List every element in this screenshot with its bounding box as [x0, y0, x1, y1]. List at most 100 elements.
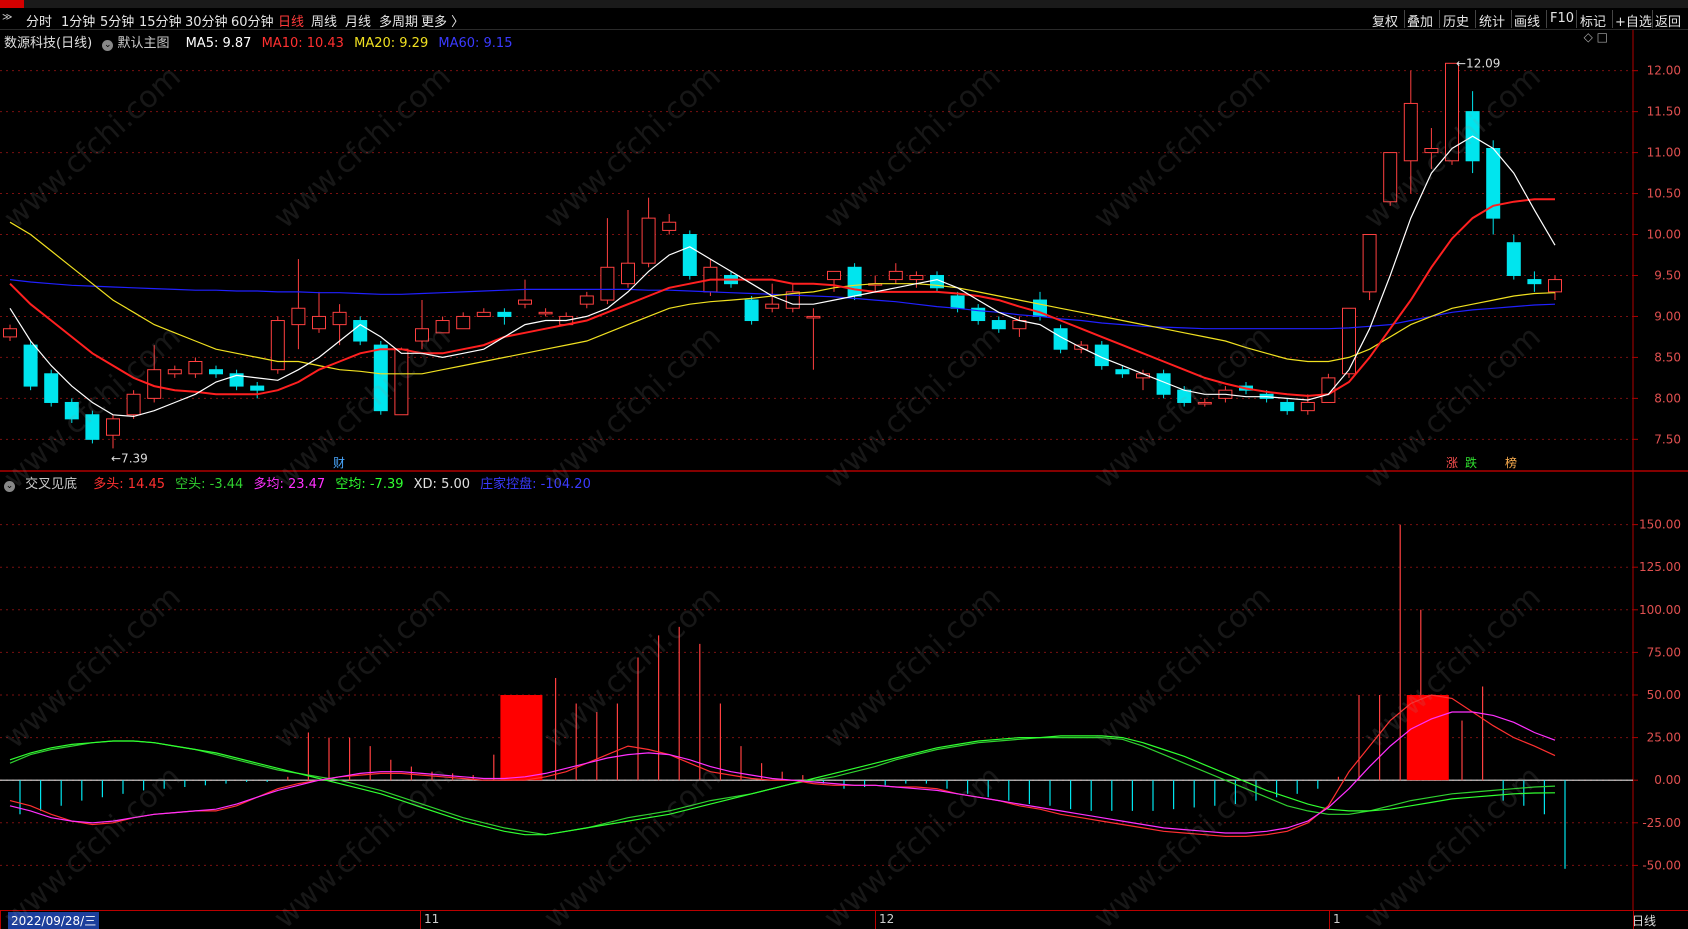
period-toolbar: ≫ 分时 1分钟 5分钟 15分钟 30分钟 60分钟 日线 周线 月线 多周期…	[0, 8, 1688, 30]
candle-body	[1300, 401, 1315, 412]
candle-body	[188, 361, 203, 375]
ma20-line	[9, 221, 1556, 375]
top-menu-strip	[0, 0, 1688, 8]
candle-body	[991, 320, 1006, 330]
tab-daily[interactable]: 日线	[278, 11, 304, 30]
toolbar-divider	[1652, 10, 1653, 28]
price-tick-label: 9.00	[1654, 309, 1681, 323]
indicator-tick-label: 50.00	[1647, 688, 1681, 702]
price-tick-label: 8.50	[1654, 350, 1681, 364]
candle-body	[950, 295, 965, 309]
ma10-line	[9, 198, 1555, 397]
candle-body	[600, 266, 615, 301]
candle-body	[538, 311, 553, 315]
month-label-nov: 11	[424, 912, 440, 926]
price-tick-label: 8.00	[1654, 391, 1681, 405]
toolbar-divider	[1576, 10, 1577, 28]
candle-body	[3, 328, 17, 338]
f10-button[interactable]: F10	[1550, 11, 1574, 26]
tab-fenshi[interactable]: 分时	[26, 11, 52, 30]
chart-template-selector[interactable]: ⌄ 默认主图	[102, 36, 179, 51]
stock-name-label[interactable]: 数源科技(日线)	[4, 36, 92, 51]
bottom-signal-block	[500, 695, 543, 781]
tab-more[interactable]: 更多 〉	[421, 11, 464, 30]
indicator-legend: ⌄ 交叉见底 多头: 14.45 空头: -3.44 多均: 23.47 空均:…	[4, 473, 597, 492]
high-price-marker: ←12.09	[1456, 56, 1500, 70]
mark-button[interactable]: 标记	[1580, 11, 1606, 30]
tab-weekly[interactable]: 周线	[311, 11, 337, 30]
overlay-button[interactable]: 叠加	[1407, 11, 1433, 30]
tab-5min[interactable]: 5分钟	[100, 11, 134, 30]
dragon-tiger-list-marker: 榜	[1505, 455, 1517, 470]
zhuli-control-value: 庄家控盘: -104.20	[480, 477, 591, 492]
tab-1min[interactable]: 1分钟	[61, 11, 95, 30]
history-button[interactable]: 历史	[1443, 11, 1469, 30]
indicator-canvas[interactable]: 150.00 125.00 100.00 75.00 50.00 25.00 0.00 -25…	[0, 472, 1688, 910]
stock-chart-window: ≫ 分时 1分钟 5分钟 15分钟 30分钟 60分钟 日线 周线 月线 多周期…	[0, 0, 1688, 929]
candle-body	[641, 217, 656, 264]
candle-body	[312, 315, 326, 330]
indicator-tick-label: 150.00	[1639, 518, 1681, 532]
price-tick-label: 11.50	[1647, 105, 1681, 119]
indicator-selector[interactable]: ⌄ 交叉见底	[4, 477, 87, 492]
bottom-signal-block	[1406, 695, 1449, 781]
low-price-marker: ←7.39	[111, 451, 148, 465]
axis-tick	[875, 911, 876, 929]
date-axis-bar: 2022/09/28/三 11 12 1 日线	[0, 910, 1688, 929]
stats-button[interactable]: 统计	[1479, 11, 1505, 30]
indicator-tick-label: 25.00	[1647, 731, 1681, 745]
chart-window-icons[interactable]: ◇ □	[1584, 30, 1608, 44]
candle-body	[394, 348, 409, 416]
collapse-toggle-icon[interactable]: ≫	[2, 12, 12, 23]
price-tick-label: 10.00	[1647, 228, 1681, 242]
candle-body	[106, 418, 120, 436]
price-chart-canvas[interactable]: 12.00 11.50 11.00 10.50 10.00 9.50 9.00 8.50 8.0…	[0, 30, 1688, 472]
add-watchlist-button[interactable]: +自选	[1615, 11, 1652, 30]
tab-30min[interactable]: 30分钟	[185, 11, 228, 30]
candle-body	[497, 311, 512, 317]
tab-multi-period[interactable]: 多周期	[379, 11, 418, 30]
candle-body	[167, 369, 182, 375]
tab-60min[interactable]: 60分钟	[231, 11, 274, 30]
price-tick-label: 7.50	[1654, 432, 1681, 446]
indicator-tick-label: 125.00	[1639, 560, 1681, 574]
toolbar-divider	[1511, 10, 1512, 28]
indicator-dropdown-icon: ⌄	[4, 481, 15, 492]
back-button[interactable]: 返回	[1655, 11, 1681, 30]
candle-body	[1403, 102, 1418, 162]
candle-body	[909, 274, 924, 281]
tab-15min[interactable]: 15分钟	[139, 11, 182, 30]
main-price-chart[interactable]: 12.00 11.50 11.00 10.50 10.00 9.50 9.00 8.50 8.0…	[0, 30, 1688, 472]
toolbar-divider	[1404, 10, 1405, 28]
xd-value: XD: 5.00	[413, 477, 471, 492]
tab-monthly[interactable]: 月线	[345, 11, 371, 30]
indicator-tick-label: 0.00	[1654, 773, 1681, 787]
indicator-panel[interactable]: 150.00 125.00 100.00 75.00 50.00 25.00 0.00 -25…	[0, 472, 1688, 910]
candle-body	[847, 266, 862, 297]
ma60-value: MA60: 9.15	[438, 36, 513, 51]
main-chart-legend: 数源科技(日线) ⌄ 默认主图 MA5: 9.87 MA10: 10.43 MA…	[4, 32, 518, 51]
indicator-name-label: 交叉见底	[25, 477, 78, 492]
duotou-value: 多头: 14.45	[93, 477, 166, 492]
candle-body	[126, 393, 141, 416]
price-tick-label: 10.50	[1647, 187, 1681, 201]
limit-down-marker: 跌	[1465, 455, 1477, 470]
period-indicator: 日线	[1631, 914, 1656, 928]
candle-body	[373, 344, 388, 412]
candle-body	[888, 270, 903, 281]
toolbar-divider	[1475, 10, 1476, 28]
candle-body	[332, 311, 347, 326]
financial-report-marker: 财	[333, 456, 345, 470]
candle-body	[44, 373, 59, 403]
candle-body	[291, 307, 306, 326]
candle-body	[476, 311, 491, 317]
price-tick-label: 11.00	[1647, 146, 1681, 160]
candle-body	[1383, 152, 1398, 203]
candle-body	[662, 221, 677, 231]
fuquan-button[interactable]: 复权	[1372, 11, 1398, 30]
draw-line-button[interactable]: 画线	[1514, 11, 1540, 30]
candle-body	[85, 414, 100, 440]
price-tick-label: 9.50	[1654, 268, 1681, 282]
candle-body	[270, 320, 285, 371]
indicator-tick-label: -25.00	[1642, 816, 1681, 830]
